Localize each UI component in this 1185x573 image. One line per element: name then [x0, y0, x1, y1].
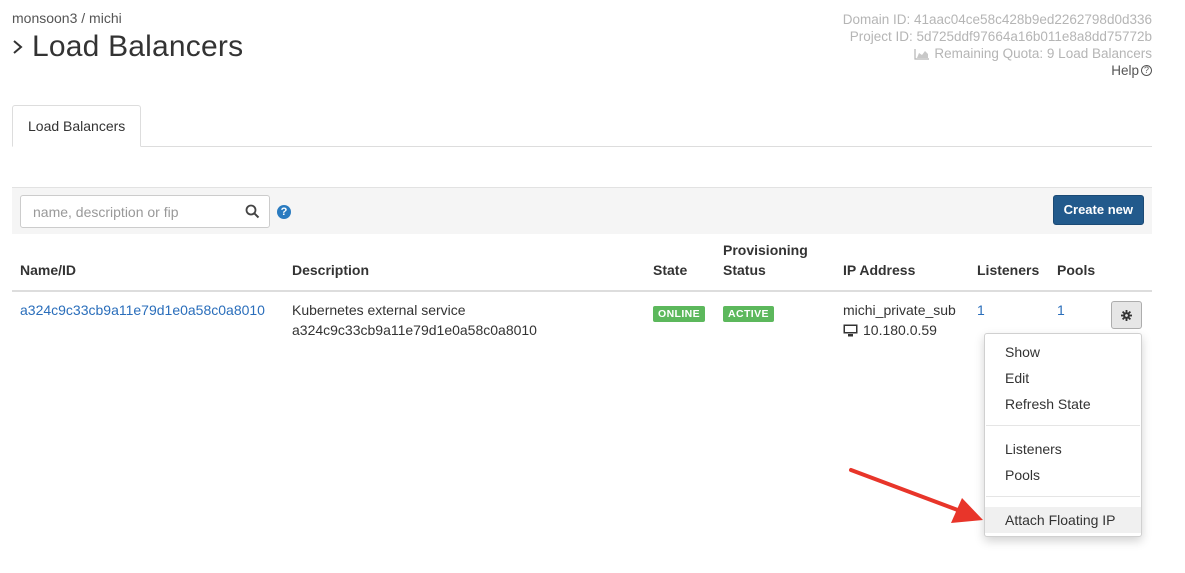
domain-id: Domain ID: 41aac04ce58c428b9ed2262798d0d…: [842, 12, 1152, 27]
menu-item-pools[interactable]: Pools: [985, 462, 1141, 488]
pools-count-link[interactable]: 1: [1057, 300, 1065, 320]
listeners-count-link[interactable]: 1: [977, 300, 985, 320]
tab-bar: Load Balancers: [12, 105, 1152, 147]
search-input[interactable]: [21, 196, 231, 227]
red-arrow-annotation: [849, 468, 983, 523]
row-actions-button[interactable]: [1111, 301, 1142, 329]
search-icon[interactable]: [245, 204, 260, 219]
monitor-icon: [843, 324, 858, 336]
menu-item-listeners[interactable]: Listeners: [985, 436, 1141, 462]
col-listeners: Listeners: [977, 262, 1040, 278]
help-link[interactable]: Help ?: [843, 62, 1152, 79]
col-ip-address: IP Address: [843, 262, 916, 278]
lb-description-line2: a324c9c33cb9a11e79d1e0a58c0a8010: [292, 322, 537, 338]
actions-dropdown-menu: Show Edit Refresh State Listeners Pools …: [984, 333, 1142, 537]
gear-icon: [1121, 309, 1132, 321]
state-cell: ONLINE: [653, 302, 706, 322]
project-meta: Domain ID: 41aac04ce58c428b9ed2262798d0d…: [843, 11, 1152, 79]
menu-divider: [986, 496, 1140, 497]
lb-description-line1: Kubernetes external service: [292, 302, 466, 318]
search-box: [20, 195, 270, 228]
search-help-icon[interactable]: ?: [277, 205, 291, 219]
create-new-button[interactable]: Create new: [1052, 195, 1144, 225]
menu-item-edit[interactable]: Edit: [985, 365, 1141, 391]
ip-address: 10.180.0.59: [863, 322, 937, 338]
menu-item-refresh-state[interactable]: Refresh State: [985, 391, 1141, 417]
lb-description: Kubernetes external service a324c9c33cb9…: [292, 300, 537, 340]
col-name: Name/ID: [20, 262, 77, 278]
col-description: Description: [292, 262, 370, 278]
lb-name-link[interactable]: a324c9c33cb9a11e79d1e0a58c0a8010: [20, 300, 265, 320]
toolbar: ? Create new: [12, 187, 1152, 234]
ip-line: 10.180.0.59: [843, 320, 956, 340]
table-row: a324c9c33cb9a11e79d1e0a58c0a8010 Kuberne…: [12, 292, 1152, 352]
ip-cell: michi_private_sub 10.180.0.59: [843, 300, 956, 340]
menu-item-show[interactable]: Show: [985, 339, 1141, 365]
chevron-right-icon: [13, 40, 23, 54]
help-label: Help: [1111, 63, 1139, 78]
provisioning-cell: ACTIVE: [723, 302, 774, 322]
project-id: Project ID: 5d725ddf97664a16b011e8a8dd75…: [849, 29, 1152, 44]
breadcrumb[interactable]: monsoon3 / michi: [12, 10, 122, 26]
menu-item-attach-floating-ip[interactable]: Attach Floating IP: [985, 507, 1141, 533]
question-circle-icon: ?: [1141, 65, 1152, 76]
tab-load-balancers[interactable]: Load Balancers: [12, 105, 142, 147]
state-badge: ONLINE: [653, 306, 706, 322]
subnet-name: michi_private_sub: [843, 302, 956, 318]
quota-text: Remaining Quota: 9 Load Balancers: [934, 46, 1152, 61]
col-provisioning-line2: Status: [723, 262, 766, 278]
page-title: Load Balancers: [10, 30, 243, 64]
col-state: State: [653, 262, 688, 278]
table-header: Name/ID Description State Provisioning S…: [12, 234, 1152, 292]
area-chart-icon: [914, 48, 930, 60]
provisioning-badge: ACTIVE: [723, 306, 774, 322]
col-provisioning-status: Provisioning Status: [723, 240, 808, 280]
page-title-text: Load Balancers: [32, 30, 244, 63]
col-pools: Pools: [1057, 262, 1096, 278]
quota-info: Remaining Quota: 9 Load Balancers: [843, 45, 1152, 62]
col-provisioning-line1: Provisioning: [723, 242, 808, 258]
menu-divider: [986, 425, 1140, 426]
